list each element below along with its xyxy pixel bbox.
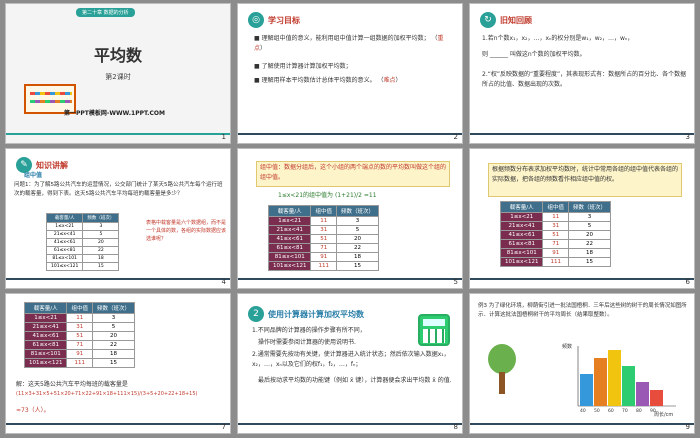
slide-number: 2 xyxy=(453,133,458,141)
definition-text: 组中值：数据分组后，这个小组的两个端点的数的平均数叫做这个组的组中值。 xyxy=(260,164,447,181)
tree-illustration xyxy=(482,344,522,394)
example-text: 1≤x<21的组中值为 (1+21)/2 =11 xyxy=(278,192,377,199)
slide-heading: ◎ 学习目标 xyxy=(248,12,300,28)
slide-number: 9 xyxy=(685,423,690,431)
goal-1: ■ 理解组中值的意义，能利用组中值计算一组数据的加权平均数； （重点） xyxy=(254,35,444,52)
histogram-chart: 频数 周长/cm 40 50 60 70 80 90 xyxy=(562,343,676,418)
step-2: 2.通常需要先按动有关键，使计算器进入统计状态；然后依次输入数据x₁，x₂，…，… xyxy=(252,351,450,368)
x-tick-label: 50 xyxy=(594,408,600,414)
bottom-strip xyxy=(238,423,462,425)
note-text: 表格中载客量是六个数据组，而不是一个具体的数，各组的实际数据应该选谁呢？ xyxy=(146,220,227,242)
section-label: 组中值 xyxy=(24,172,43,179)
x-tick-label: 60 xyxy=(608,408,614,414)
goal-3: ■ 理解用样本平均数估计总体平均数的意义。 （难点） xyxy=(254,77,402,84)
x-axis-label: 周长/cm xyxy=(654,411,673,418)
slide-banner: 第二十章 数据的分析 xyxy=(76,8,135,17)
example-text: 例3 为了绿化环境，柳荫街引进一批法国梧桐．三年后这些树的树干的周长情况如图所示… xyxy=(478,303,687,318)
goal-2: ■ 了解使用计算器计算加权平均数； xyxy=(254,63,352,70)
review-line-2: 则 ______ 叫做这n个数的加权平均数。 xyxy=(482,51,586,58)
bottom-strip xyxy=(470,278,694,280)
slide-thumb-2[interactable]: ◎ 学习目标 ■ 理解组中值的意义，能利用组中值计算一组数据的加权平均数； （重… xyxy=(237,3,463,144)
x-tick-label: 80 xyxy=(636,408,642,414)
data-table: 载客量/人 组中值 频数（班次） 1≤x<21 11 3 21≤x<41 31 5 41≤x… xyxy=(23,302,136,368)
slide-thumb-8[interactable]: 2 使用计算器计算加权平均数 1.不同品牌的计算器的操作步骤有所不同， 操作时需… xyxy=(237,293,463,434)
slide-number: 4 xyxy=(221,278,226,286)
histogram-bar xyxy=(594,358,607,406)
slide-number: 5 xyxy=(453,278,458,286)
slide-heading: ↻ 旧知回顾 xyxy=(480,12,532,28)
slide-thumb-6[interactable]: 根据频数分布表求加权平均数时，统计中常用各组的组中值代表各组的实际数据，把各组的… xyxy=(469,148,695,289)
result-text: ≈73（人）。 xyxy=(16,407,50,414)
answer-text: 解：这天5路公共汽车平均每班的载客量是 xyxy=(16,381,128,388)
slide-number: 6 xyxy=(685,278,690,286)
slide-number: 8 xyxy=(453,423,458,431)
step-1: 1.不同品牌的计算器的操作步骤有所不同， xyxy=(252,327,366,334)
x-tick-label: 70 xyxy=(622,408,628,414)
slide-thumb-9[interactable]: 例3 为了绿化环境，柳荫街引进一批法国梧桐．三年后这些树的树干的周长情况如图所示… xyxy=(469,293,695,434)
site-text: 第一PPT模板网-WWW.1PPT.COM xyxy=(64,110,165,117)
slide-number: 1 xyxy=(221,133,226,141)
explanation-text: 根据频数分布表求加权平均数时，统计中常用各组的组中值代表各组的实际数据，把各组的… xyxy=(492,166,679,183)
bottom-strip xyxy=(238,133,462,135)
histogram-bar xyxy=(580,374,593,406)
histogram-bar xyxy=(636,382,649,406)
step-3: 最后按动求平均数的功能键（例如 x̄ 键），计算器便会求出平均数 x̄ 的值. xyxy=(258,377,452,384)
review-icon: ↻ xyxy=(480,12,496,28)
calculator-icon xyxy=(418,314,450,346)
bottom-strip xyxy=(6,278,230,280)
bottom-strip xyxy=(6,133,230,135)
histogram-bar xyxy=(650,390,663,406)
slide-thumb-7[interactable]: 载客量/人 组中值 频数（班次） 1≤x<21 11 3 21≤x<41 31 5 41≤x… xyxy=(5,293,231,434)
y-axis-label: 频数 xyxy=(562,343,572,350)
slide-thumb-5[interactable]: 组中值：数据分组后，这个小组的两个端点的数的平均数叫做这个组的组中值。 1≤x<… xyxy=(237,148,463,289)
review-line-3: 2.“权”反映数据的“重要程度”，其表现形式有：数据所占的百分比、各个数据所占的… xyxy=(482,71,687,88)
histogram-bar xyxy=(622,366,635,406)
slide-number: 3 xyxy=(685,133,690,141)
step-1b: 操作时需要参阅计算器的使用说明书. xyxy=(258,339,356,346)
data-table: 载客量/人 组中值 频数（班次） 1≤x<21 11 3 21≤x<41 31 5 41≤x… xyxy=(499,201,612,267)
data-table: 载客量/人 组中值 频数（班次） 1≤x<21 11 3 21≤x<41 31 5 41≤x… xyxy=(267,205,380,271)
data-table: 载客量/人 频数（班次） 1≤x<21 3 21≤x<41 5 41≤x<61 20 6… xyxy=(45,213,120,271)
problem-text: 问题1：为了解5路公共汽车的运营情况，公交部门统计了某天5路公共汽车每个运行班次… xyxy=(14,182,223,197)
x-tick-label: 90 xyxy=(650,408,656,414)
bottom-strip xyxy=(6,423,230,425)
target-icon: ◎ xyxy=(248,12,264,28)
formula-text: (11×3+31×5+51×20+71×22+91×18+111×15)/(3+… xyxy=(16,391,198,397)
bottom-strip xyxy=(238,278,462,280)
histogram-bar xyxy=(608,350,621,406)
x-tick-label: 40 xyxy=(580,408,586,414)
slide-subtitle: 第2课时 xyxy=(105,73,131,81)
slide-heading: 2 使用计算器计算加权平均数 xyxy=(248,306,364,322)
slide-thumb-1[interactable]: 第二十章 数据的分析 平均数 第2课时 第一PPT模板网-WWW.1PPT.CO… xyxy=(5,3,231,144)
bottom-strip xyxy=(470,133,694,135)
slide-title: 平均数 xyxy=(93,46,142,65)
slide-thumb-3[interactable]: ↻ 旧知回顾 1.若n个数x₁，x₂，…，xₙ的权分别是w₁，w₂，…，wₙ， … xyxy=(469,3,695,144)
slide-thumb-4[interactable]: ✎ 知识讲解 组中值 问题1：为了解5路公共汽车的运营情况，公交部门统计了某天5… xyxy=(5,148,231,289)
review-line-1: 1.若n个数x₁，x₂，…，xₙ的权分别是w₁，w₂，…，wₙ， xyxy=(482,35,634,42)
bottom-strip xyxy=(470,423,694,425)
slide-number: 7 xyxy=(221,423,226,431)
